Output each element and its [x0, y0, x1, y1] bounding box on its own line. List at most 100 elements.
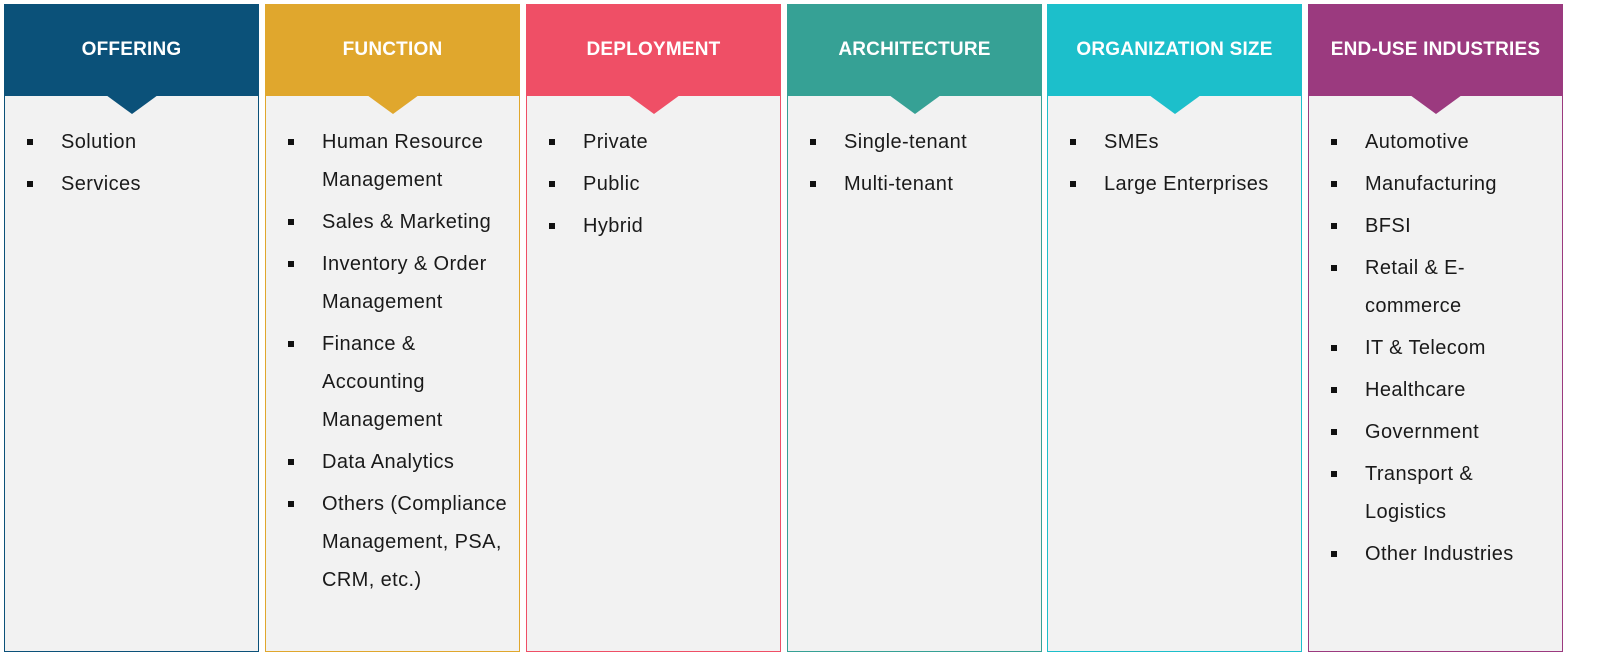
bullet-icon: [1070, 139, 1076, 145]
item-label: BFSI: [1365, 215, 1412, 237]
bullet-icon: [549, 139, 555, 145]
list-item: Healthcare: [1309, 371, 1562, 409]
item-label: Other Industries: [1365, 543, 1514, 565]
item-label: Public: [583, 173, 640, 195]
column-title: ARCHITECTURE: [838, 39, 991, 60]
item-label: Finance & Accounting Management: [322, 333, 443, 431]
bullet-icon: [288, 501, 294, 507]
list-item: Human Resource Management: [266, 123, 519, 199]
item-label: Transport & Logistics: [1365, 463, 1474, 523]
bullet-icon: [1331, 181, 1337, 187]
item-label: Automotive: [1365, 131, 1470, 153]
column-title: FUNCTION: [342, 39, 443, 60]
bullet-icon: [288, 261, 294, 267]
bullet-icon: [549, 223, 555, 229]
bullet-icon: [1331, 551, 1337, 557]
list-item: Transport & Logistics: [1309, 455, 1562, 531]
column-body: Private Public Hybrid: [526, 96, 781, 652]
list-item: Multi-tenant: [788, 165, 1041, 203]
column-header: DEPLOYMENT: [526, 4, 781, 96]
list-item: SMEs: [1048, 123, 1301, 161]
header-arrow: [366, 95, 419, 114]
column-title: END-USE INDUSTRIES: [1330, 39, 1541, 60]
bullet-icon: [288, 139, 294, 145]
bullet-icon: [810, 139, 816, 145]
column-body: Single-tenant Multi-tenant: [787, 96, 1042, 652]
column-body: Automotive Manufacturing BFSI Retail & E-co…: [1308, 96, 1563, 652]
bullet-icon: [27, 139, 33, 145]
header-arrow: [627, 95, 680, 114]
bullet-icon: [1331, 429, 1337, 435]
bullet-icon: [288, 341, 294, 347]
list-item: Private: [527, 123, 780, 161]
list-item: Other Industries: [1309, 535, 1562, 573]
item-label: Large Enterprises: [1104, 173, 1269, 195]
bullet-icon: [1331, 387, 1337, 393]
column-title: ORGANIZATION SIZE: [1076, 39, 1273, 60]
column-header: END-USE INDUSTRIES: [1308, 4, 1563, 96]
list-item: Public: [527, 165, 780, 203]
item-label: Data Analytics: [322, 451, 455, 473]
column-header: OFFERING: [4, 4, 259, 96]
bullet-icon: [1070, 181, 1076, 187]
list-item: Solution: [5, 123, 258, 161]
column-body: SMEs Large Enterprises: [1047, 96, 1302, 652]
header-arrow: [1409, 95, 1462, 114]
item-label: Healthcare: [1365, 379, 1466, 401]
item-label: Private: [583, 131, 649, 153]
item-label: Hybrid: [583, 215, 644, 237]
bullet-icon: [1331, 223, 1337, 229]
item-label: Government: [1365, 421, 1480, 443]
list-item: BFSI: [1309, 207, 1562, 245]
segment-column-function: FUNCTION Human Resource Management Sales …: [265, 4, 520, 652]
item-label: SMEs: [1104, 131, 1159, 153]
item-label: Manufacturing: [1365, 173, 1497, 195]
bullet-icon: [288, 459, 294, 465]
header-arrow: [105, 95, 158, 114]
list-item: Automotive: [1309, 123, 1562, 161]
bullet-icon: [1331, 139, 1337, 145]
column-title: DEPLOYMENT: [586, 39, 721, 60]
item-label: Retail & E-commerce: [1365, 257, 1465, 317]
column-header: ARCHITECTURE: [787, 4, 1042, 96]
column-title: OFFERING: [81, 39, 182, 60]
list-item: Retail & E-commerce: [1309, 249, 1562, 325]
segment-column-organization-size: ORGANIZATION SIZE SMEs Large Enterprises: [1047, 4, 1302, 652]
bullet-icon: [27, 181, 33, 187]
item-label: Sales & Marketing: [322, 211, 492, 233]
list-item: Inventory & Order Management: [266, 245, 519, 321]
column-header: FUNCTION: [265, 4, 520, 96]
bullet-icon: [810, 181, 816, 187]
segment-column-offering: OFFERING Solution Services: [4, 4, 259, 652]
list-item: Finance & Accounting Management: [266, 325, 519, 439]
list-item: Government: [1309, 413, 1562, 451]
column-body: Human Resource Management Sales & Marketi…: [265, 96, 520, 652]
list-item: Others (Compliance Management, PSA, CRM,…: [266, 485, 519, 599]
item-list: Human Resource Management Sales & Marketi…: [266, 96, 519, 599]
bullet-icon: [288, 219, 294, 225]
column-header: ORGANIZATION SIZE: [1047, 4, 1302, 96]
segment-column-deployment: DEPLOYMENT Private Public Hybrid: [526, 4, 781, 652]
item-label: Human Resource Management: [322, 131, 484, 191]
list-item: Data Analytics: [266, 443, 519, 481]
bullet-icon: [1331, 471, 1337, 477]
list-item: Hybrid: [527, 207, 780, 245]
list-item: Single-tenant: [788, 123, 1041, 161]
item-label: Multi-tenant: [844, 173, 954, 195]
bullet-icon: [1331, 265, 1337, 271]
column-body: Solution Services: [4, 96, 259, 652]
item-label: Inventory & Order Management: [322, 253, 487, 313]
bullet-icon: [549, 181, 555, 187]
item-label: Single-tenant: [844, 131, 968, 153]
header-arrow: [888, 95, 941, 114]
item-list: Private Public Hybrid: [527, 96, 780, 245]
header-arrow: [1148, 95, 1201, 114]
item-label: Solution: [61, 131, 137, 153]
segment-column-architecture: ARCHITECTURE Single-tenant Multi-tenant: [787, 4, 1042, 652]
list-item: Large Enterprises: [1048, 165, 1301, 203]
list-item: Services: [5, 165, 258, 203]
item-label: Services: [61, 173, 141, 195]
item-list: Automotive Manufacturing BFSI Retail & E-co…: [1309, 96, 1562, 573]
segment-column-end-use-industries: END-USE INDUSTRIES Automotive Manufacturi…: [1308, 4, 1563, 652]
list-item: IT & Telecom: [1309, 329, 1562, 367]
